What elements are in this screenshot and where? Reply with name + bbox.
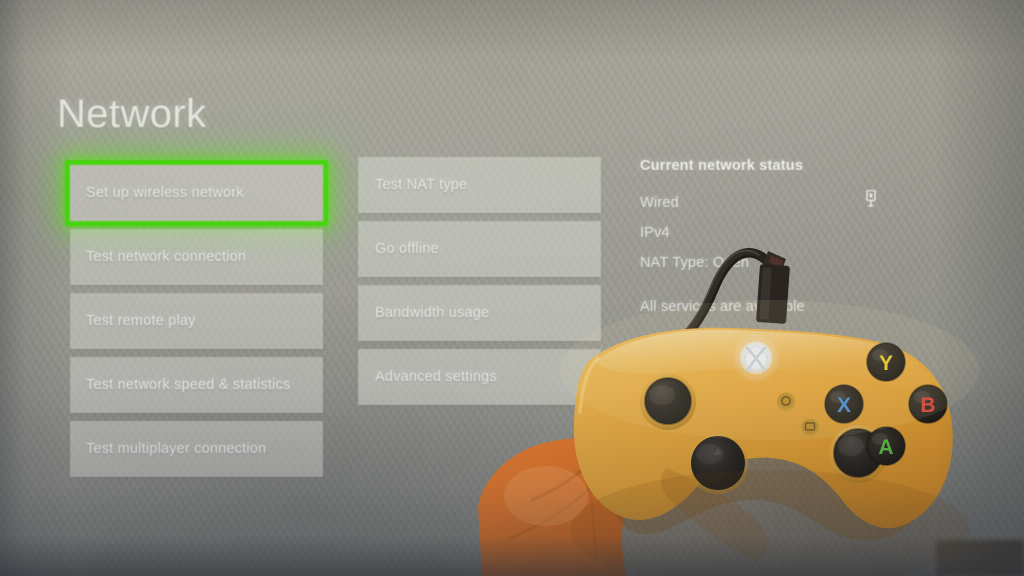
photo-vignette: [0, 0, 1024, 576]
screenshot-photo: Network Set up wireless networkTest netw…: [0, 0, 1024, 576]
